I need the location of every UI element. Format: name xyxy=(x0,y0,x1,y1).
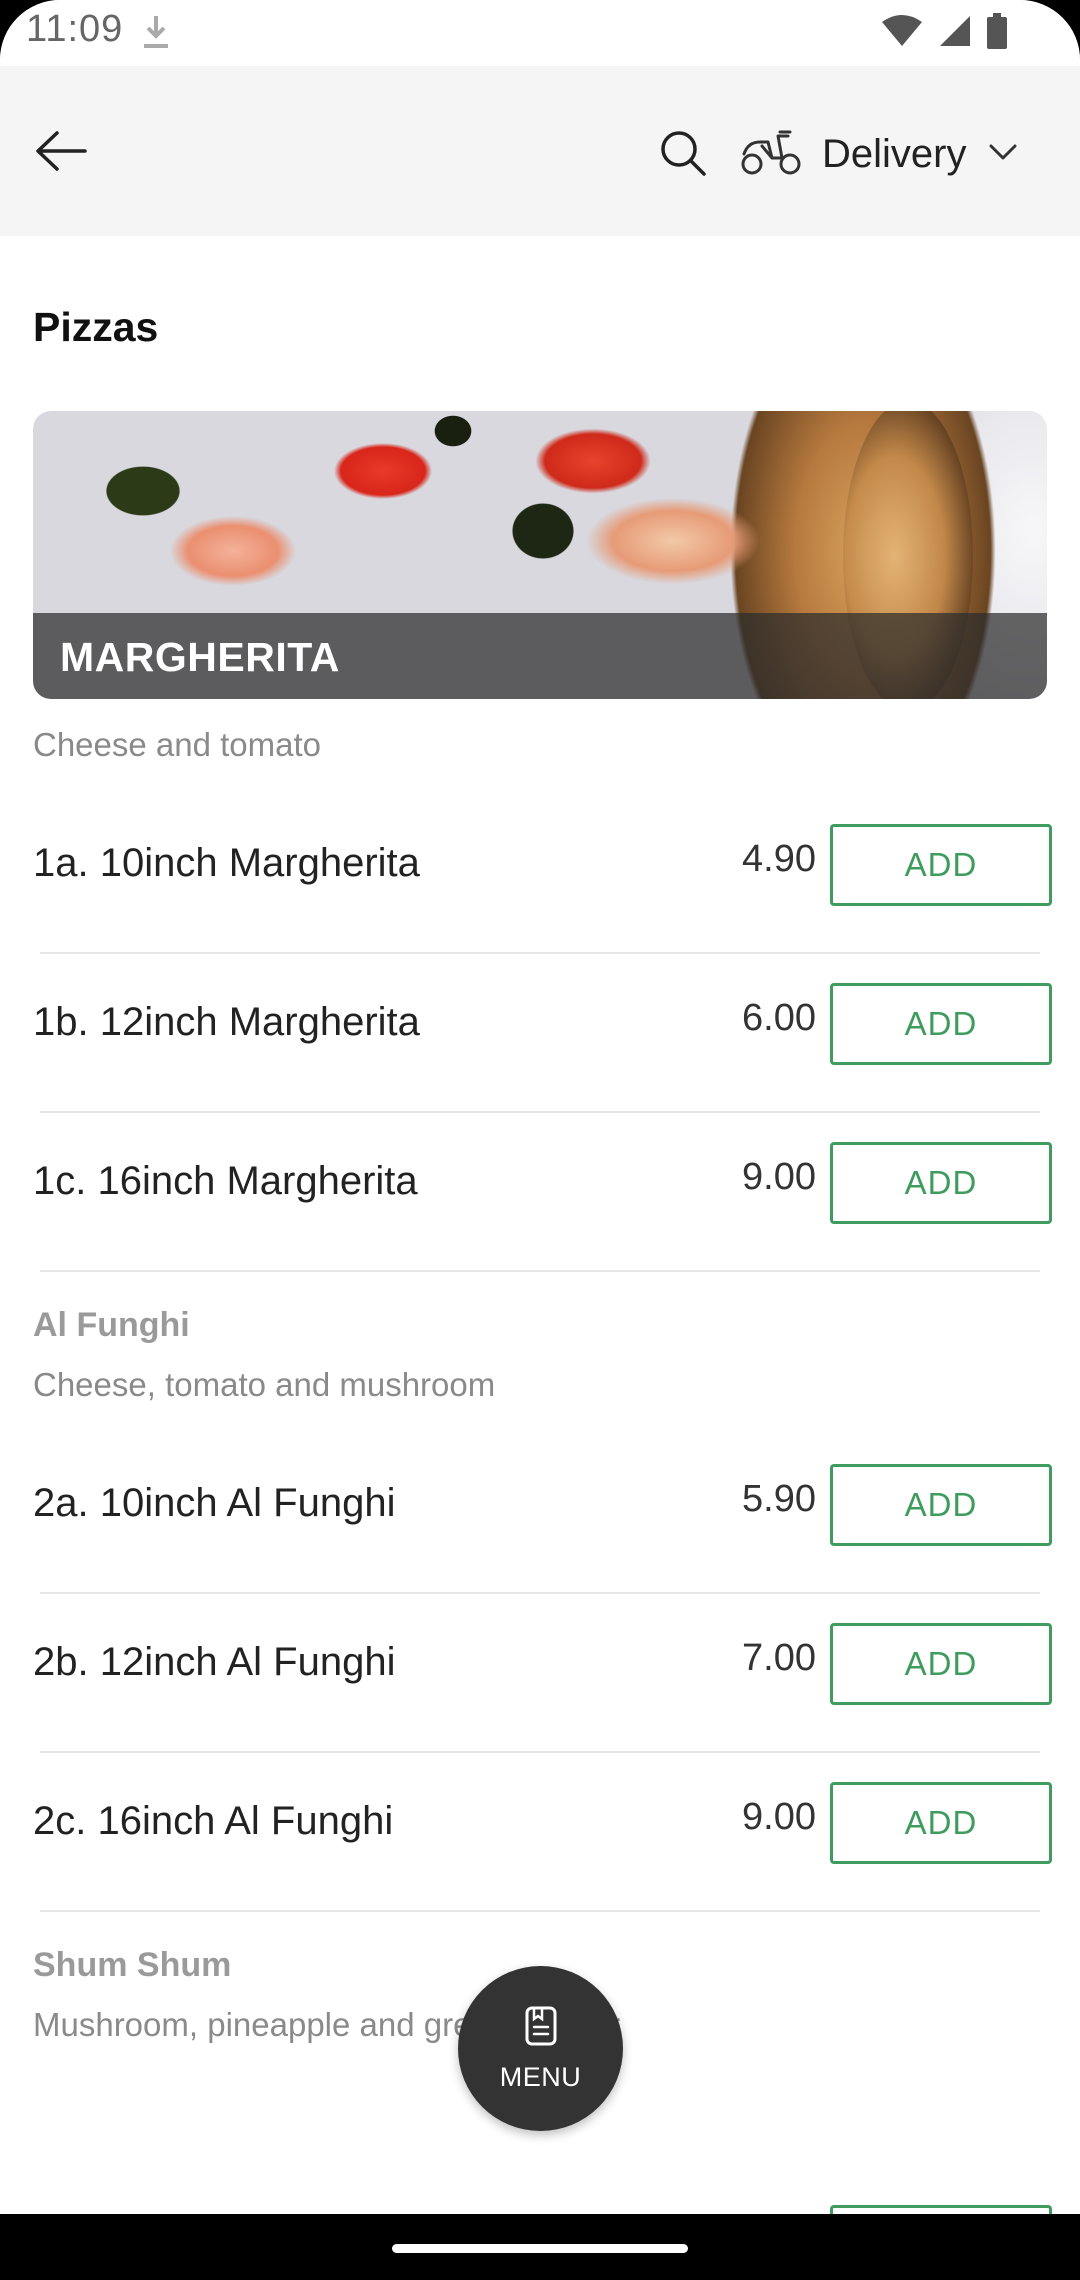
divider xyxy=(40,1751,1040,1753)
delivery-label: Delivery xyxy=(822,131,967,176)
item-price: 6.00 xyxy=(742,997,816,1039)
item-price: 5.90 xyxy=(742,1478,816,1520)
search-button[interactable] xyxy=(650,122,716,188)
back-button[interactable] xyxy=(28,120,94,186)
menu-item-row: 2a. 10inch Al Funghi 5.90 ADD xyxy=(0,1436,1080,1595)
divider xyxy=(40,1111,1040,1113)
status-bar: 11:09 xyxy=(0,0,1080,66)
item-name: 1b. 12inch Margherita xyxy=(33,1000,420,1044)
menu-item-row: 2c. 16inch Al Funghi 9.00 ADD xyxy=(0,1754,1080,1913)
add-button[interactable]: ADD xyxy=(830,1464,1052,1546)
back-arrow-icon xyxy=(33,129,89,178)
group-name: Shum Shum xyxy=(33,1946,232,1984)
battery-icon xyxy=(986,12,1008,54)
menu-fab-label: MENU xyxy=(499,2061,582,2092)
signal-icon xyxy=(938,14,972,53)
item-name: 1c. 16inch Margherita xyxy=(33,1159,418,1203)
add-button-partial[interactable] xyxy=(830,2205,1052,2214)
menu-fab-button[interactable]: MENU xyxy=(458,1966,623,2131)
menu-item-row: 1c. 16inch Margherita 9.00 ADD xyxy=(0,1114,1080,1273)
search-icon xyxy=(658,128,708,183)
item-name: 2b. 12inch Al Funghi xyxy=(33,1640,396,1684)
divider xyxy=(40,952,1040,954)
menu-item-row: 2b. 12inch Al Funghi 7.00 ADD xyxy=(0,1595,1080,1754)
add-button[interactable]: ADD xyxy=(830,824,1052,906)
menu-item-row: 1a. 10inch Margherita 4.90 ADD xyxy=(0,796,1080,955)
group-name: Al Funghi xyxy=(33,1306,190,1344)
status-icons xyxy=(880,12,1008,54)
add-button[interactable]: ADD xyxy=(830,1142,1052,1224)
app-screen: 11:09 Delivery Pizzas MARGHERITA Cheese … xyxy=(0,0,1080,2214)
group-description: Cheese, tomato and mushroom xyxy=(33,1366,496,1403)
wifi-icon xyxy=(880,14,924,53)
menu-book-icon xyxy=(524,2005,558,2052)
divider xyxy=(40,1592,1040,1594)
scooter-icon xyxy=(740,128,802,181)
divider xyxy=(40,1910,1040,1912)
hero-label: MARGHERITA xyxy=(60,634,340,680)
add-button[interactable]: ADD xyxy=(830,1623,1052,1705)
group-description: Cheese and tomato xyxy=(33,726,322,763)
status-time: 11:09 xyxy=(26,8,124,50)
item-name: 2c. 16inch Al Funghi xyxy=(33,1799,394,1843)
download-icon xyxy=(140,12,172,52)
item-price: 9.00 xyxy=(742,1796,816,1838)
menu-item-row: 1b. 12inch Margherita 6.00 ADD xyxy=(0,955,1080,1114)
item-name: 2a. 10inch Al Funghi xyxy=(33,1481,396,1525)
delivery-selector[interactable]: Delivery xyxy=(740,116,1018,192)
add-button[interactable]: ADD xyxy=(830,983,1052,1065)
home-gesture-handle[interactable] xyxy=(392,2244,688,2253)
section-title: Pizzas xyxy=(33,304,159,350)
item-price: 9.00 xyxy=(742,1156,816,1198)
category-hero-image: MARGHERITA xyxy=(33,411,1047,699)
add-button[interactable]: ADD xyxy=(830,1782,1052,1864)
system-nav-bar xyxy=(0,2214,1080,2280)
item-name: 1a. 10inch Margherita xyxy=(33,841,420,885)
divider xyxy=(40,1270,1040,1272)
item-price: 4.90 xyxy=(742,838,816,880)
app-bar: Delivery xyxy=(0,66,1080,236)
chevron-down-icon xyxy=(988,142,1018,167)
item-price: 7.00 xyxy=(742,1637,816,1679)
